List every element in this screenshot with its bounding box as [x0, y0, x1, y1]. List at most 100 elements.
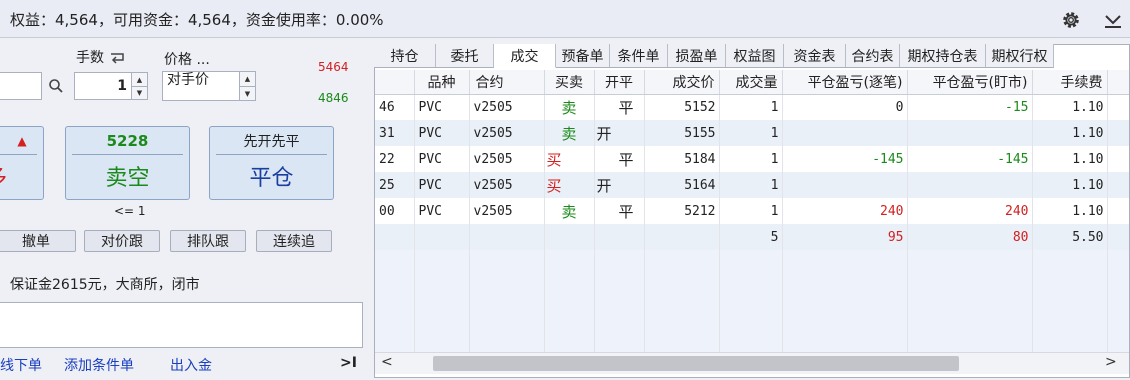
- close-position-button[interactable]: 先开先平 平仓: [209, 126, 334, 200]
- price-spin[interactable]: ▲ ▼: [239, 72, 255, 100]
- chevron-down-icon[interactable]: [1102, 10, 1124, 30]
- link-add-condition-order[interactable]: 添加条件单: [64, 355, 134, 375]
- tab-orders[interactable]: 委托: [436, 44, 494, 68]
- cell-pnl-trade: 240: [782, 198, 908, 224]
- cell-empty: [544, 224, 595, 250]
- horizontal-scrollbar[interactable]: < >: [375, 352, 1129, 374]
- limit-down-price: 4846: [318, 91, 349, 105]
- cell-volume: 1: [719, 120, 783, 146]
- buy-long-button[interactable]: ▲ 多: [0, 126, 44, 200]
- col-header-pnl-trade[interactable]: 平仓盈亏(逐笔): [782, 70, 908, 95]
- table-row[interactable]: 22 PVC v2505 买 平 5184 1 -145 -145 1.10: [375, 146, 1129, 172]
- account-status-bar: 权益：4,564，可用资金：4,564，资金使用率：0.00%: [0, 0, 1130, 38]
- table-row[interactable]: 31 PVC v2505 卖 开 5155 1 1.10: [375, 120, 1129, 146]
- col-header-fee[interactable]: 手续费: [1032, 70, 1108, 95]
- cell-product: PVC: [414, 198, 470, 224]
- cell-empty: [594, 224, 645, 250]
- tab-condition-orders[interactable]: 条件单: [610, 44, 668, 68]
- cell-pnl-mtm: [907, 172, 1033, 198]
- cell-offset: 开: [594, 120, 645, 146]
- col-header-offset[interactable]: 开平: [594, 70, 645, 95]
- scroll-right-arrow[interactable]: >: [1105, 354, 1117, 370]
- link-deposit-withdraw[interactable]: 出入金: [170, 355, 212, 375]
- cell-fee: 1.10: [1032, 172, 1108, 198]
- tab-pending-orders[interactable]: 预备单: [556, 44, 610, 68]
- cell-empty: [644, 224, 720, 250]
- col-header-price[interactable]: 成交价: [644, 70, 720, 95]
- cell-pnl-trade: [782, 120, 908, 146]
- message-box: [0, 302, 363, 348]
- continuous-chase-button[interactable]: 连续追: [256, 230, 332, 252]
- price-type-select[interactable]: 对手价 ▲ ▼: [162, 71, 256, 101]
- contract-input[interactable]: [0, 72, 42, 100]
- col-header-pnl-mtm[interactable]: 平仓盈亏(盯市): [907, 70, 1033, 95]
- cell-empty: [414, 224, 470, 250]
- empty-row: [375, 302, 1129, 328]
- cell-offset: 平: [594, 94, 645, 120]
- close-position-label: 平仓: [249, 166, 294, 191]
- tab-trades[interactable]: 成交: [494, 44, 556, 68]
- sell-short-label: 卖空: [105, 166, 150, 191]
- quantity-spin[interactable]: ▲ ▼: [131, 73, 147, 99]
- total-fee: 5.50: [1032, 224, 1108, 250]
- tab-equity-chart[interactable]: 权益图: [726, 44, 784, 68]
- cell-pnl-mtm: -145: [907, 146, 1033, 172]
- gear-icon[interactable]: [1060, 9, 1082, 31]
- cancel-order-button[interactable]: 撤单: [0, 230, 76, 252]
- tab-stop-orders[interactable]: 损盈单: [668, 44, 726, 68]
- tab-funds-table[interactable]: 资金表: [784, 44, 846, 68]
- queue-follow-button[interactable]: 排队跟: [170, 230, 246, 252]
- quantity-value[interactable]: 1: [75, 73, 131, 99]
- empty-row: [375, 276, 1129, 302]
- collapse-panel-button[interactable]: >I: [340, 355, 357, 371]
- col-header-contract[interactable]: 合约: [469, 70, 545, 95]
- buy-long-label: 多: [0, 160, 7, 192]
- totals-row: 5 95 80 5.50: [375, 224, 1129, 250]
- cell-side: 卖: [544, 120, 595, 146]
- col-header-side[interactable]: 买卖: [544, 70, 595, 95]
- tab-option-positions[interactable]: 期权持仓表: [900, 44, 986, 68]
- quantity-label: 手数: [76, 50, 104, 66]
- scroll-thumb[interactable]: [433, 356, 959, 371]
- cell-spacer: [1107, 172, 1129, 198]
- cell-id: 22: [375, 146, 415, 172]
- tab-option-exercise[interactable]: 期权行权: [986, 44, 1054, 68]
- sell-price: 5228: [106, 131, 149, 150]
- cell-offset: 平: [594, 198, 645, 224]
- col-header-product[interactable]: 品种: [414, 70, 470, 95]
- scroll-left-arrow[interactable]: <: [381, 354, 393, 370]
- cell-id: 46: [375, 94, 415, 120]
- col-header-id[interactable]: [375, 70, 415, 95]
- cell-pnl-trade: -145: [782, 146, 908, 172]
- cell-pnl-mtm: [907, 120, 1033, 146]
- table-row[interactable]: 25 PVC v2505 买 开 5164 1 1.10: [375, 172, 1129, 198]
- trades-table: 品种 合约 买卖 开平 成交价 成交量 平仓盈亏(逐笔) 平仓盈亏(盯市) 手续…: [375, 70, 1129, 352]
- price-type-value[interactable]: 对手价: [163, 72, 239, 100]
- quantity-stepper[interactable]: 1 ▲ ▼: [74, 72, 148, 100]
- cell-offset: 开: [594, 172, 645, 198]
- tab-contracts-table[interactable]: 合约表: [846, 44, 900, 68]
- cell-side: 卖: [544, 198, 595, 224]
- trades-table-wrapper: 品种 合约 买卖 开平 成交价 成交量 平仓盈亏(逐笔) 平仓盈亏(盯市) 手续…: [375, 70, 1129, 352]
- cell-volume: 1: [719, 198, 783, 224]
- chase-counter-price-button[interactable]: 对价跟: [84, 230, 160, 252]
- table-row[interactable]: 46 PVC v2505 卖 平 5152 1 0 -15 1.10: [375, 94, 1129, 120]
- cell-id: 00: [375, 198, 415, 224]
- table-header-row: 品种 合约 买卖 开平 成交价 成交量 平仓盈亏(逐笔) 平仓盈亏(盯市) 手续…: [375, 70, 1129, 95]
- max-qty-hint: <= 1: [114, 204, 146, 218]
- reset-qty-icon[interactable]: [108, 50, 126, 64]
- cell-price: 5184: [644, 146, 720, 172]
- cell-spacer: [1107, 198, 1129, 224]
- sell-short-button[interactable]: 5228 卖空: [65, 126, 190, 200]
- cell-id: 31: [375, 120, 415, 146]
- cell-product: PVC: [414, 94, 470, 120]
- price-label: 价格 ...: [164, 52, 210, 68]
- empty-row: [375, 250, 1129, 276]
- cell-side: 买: [544, 172, 595, 198]
- table-row[interactable]: 00 PVC v2505 卖 平 5212 1 240 240 1.10: [375, 198, 1129, 224]
- search-icon[interactable]: [48, 78, 64, 94]
- total-pnl-mtm: 80: [907, 224, 1033, 250]
- col-header-volume[interactable]: 成交量: [719, 70, 783, 95]
- tab-positions[interactable]: 持仓: [374, 44, 436, 68]
- link-offline-order[interactable]: 线下单: [0, 355, 42, 375]
